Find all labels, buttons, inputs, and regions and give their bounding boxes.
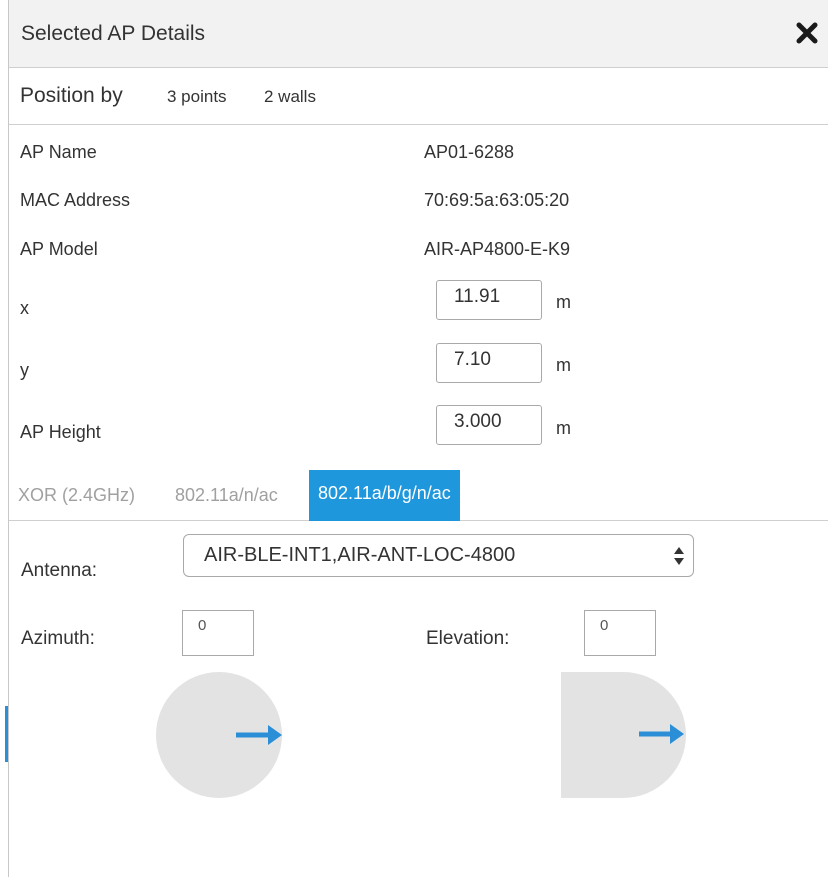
azimuth-input[interactable]	[182, 610, 254, 656]
mac-address-label: MAC Address	[20, 190, 131, 210]
position-by-bar: Position by 3 points 2 walls	[9, 68, 828, 125]
ap-model-label: AP Model	[20, 239, 98, 259]
antenna-label: Antenna:	[21, 560, 98, 581]
elevation-input[interactable]	[584, 610, 656, 656]
left-border	[8, 0, 9, 877]
ap-name-label: AP Name	[20, 142, 97, 162]
tab-802-11a-b-g-n-ac[interactable]: 802.11a/b/g/n/ac	[309, 470, 460, 521]
ap-height-label: AP Height	[20, 422, 101, 442]
antenna-select[interactable]: AIR-BLE-INT1,AIR-ANT-LOC-4800	[183, 534, 694, 577]
tab-xor-2-4ghz[interactable]: XOR (2.4GHz)	[18, 470, 135, 521]
y-label: y	[20, 360, 29, 380]
elevation-label: Elevation:	[426, 628, 510, 649]
ap-name-value: AP01-6288	[424, 142, 515, 162]
panel-title: Selected AP Details	[21, 22, 206, 45]
azimuth-label: Azimuth:	[21, 628, 95, 649]
azimuth-dial-icon[interactable]	[156, 672, 286, 807]
ap-height-input[interactable]	[436, 405, 542, 445]
x-unit: m	[556, 292, 571, 312]
y-input[interactable]	[436, 343, 542, 383]
position-by-label: Position by	[20, 84, 123, 107]
elevation-dial-icon[interactable]	[561, 672, 691, 807]
position-by-2-walls[interactable]: 2 walls	[264, 87, 316, 107]
ap-model-value: AIR-AP4800-E-K9	[424, 239, 571, 259]
tab-802-11a-n-ac[interactable]: 802.11a/n/ac	[175, 470, 278, 521]
x-label: x	[20, 298, 29, 318]
close-icon[interactable]	[792, 16, 822, 50]
y-unit: m	[556, 355, 571, 375]
select-caret-icon	[673, 545, 685, 567]
position-by-3-points[interactable]: 3 points	[167, 87, 227, 107]
resize-handle[interactable]	[5, 706, 8, 762]
radio-tabs: XOR (2.4GHz) 802.11a/n/ac 802.11a/b/g/n/…	[9, 470, 828, 521]
mac-address-value: 70:69:5a:63:05:20	[424, 190, 570, 210]
x-input[interactable]	[436, 280, 542, 320]
antenna-select-value: AIR-BLE-INT1,AIR-ANT-LOC-4800	[204, 544, 516, 566]
panel-header: Selected AP Details	[9, 0, 828, 68]
ap-height-unit: m	[556, 418, 571, 438]
